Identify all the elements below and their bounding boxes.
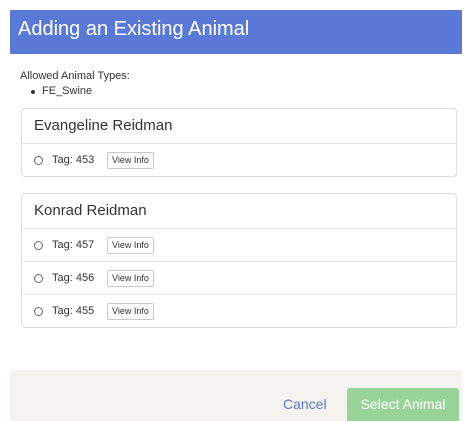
owner-card: Evangeline Reidman Tag: 453 View Info <box>21 108 457 177</box>
modal-footer: Cancel Select Animal <box>10 370 462 421</box>
animal-radio[interactable] <box>34 306 43 316</box>
animal-row: Tag: 457 View Info <box>22 229 456 262</box>
allowed-type-item: FE_Swine <box>31 84 130 98</box>
view-info-button[interactable]: View Info <box>107 236 154 254</box>
owner-card: Konrad Reidman Tag: 457 View Info Tag: 4… <box>21 193 457 328</box>
animal-tag: Tag: 456 <box>52 272 95 284</box>
animal-tag: Tag: 453 <box>52 154 95 166</box>
owner-name: Evangeline Reidman <box>22 109 456 144</box>
animal-row: Tag: 453 View Info <box>22 144 456 176</box>
animal-row: Tag: 455 View Info <box>22 295 456 327</box>
animal-tag: Tag: 455 <box>52 305 95 317</box>
view-info-button[interactable]: View Info <box>107 269 154 287</box>
animal-row: Tag: 456 View Info <box>22 262 456 295</box>
animal-radio[interactable] <box>34 155 43 165</box>
view-info-button[interactable]: View Info <box>107 302 154 320</box>
animal-radio[interactable] <box>34 240 43 250</box>
view-info-button[interactable]: View Info <box>107 151 154 169</box>
animal-radio[interactable] <box>34 273 43 283</box>
modal-title: Adding an Existing Animal <box>10 10 462 54</box>
allowed-types-label: Allowed Animal Types: <box>20 70 130 82</box>
animal-tag: Tag: 457 <box>52 239 95 251</box>
cancel-button[interactable]: Cancel <box>283 396 327 412</box>
add-animal-modal: Adding an Existing Animal Allowed Animal… <box>0 0 464 421</box>
owner-name: Konrad Reidman <box>22 194 456 229</box>
allowed-types-list: FE_Swine <box>20 84 130 98</box>
select-animal-button[interactable]: Select Animal <box>347 388 459 421</box>
allowed-types-section: Allowed Animal Types: FE_Swine <box>20 70 130 98</box>
